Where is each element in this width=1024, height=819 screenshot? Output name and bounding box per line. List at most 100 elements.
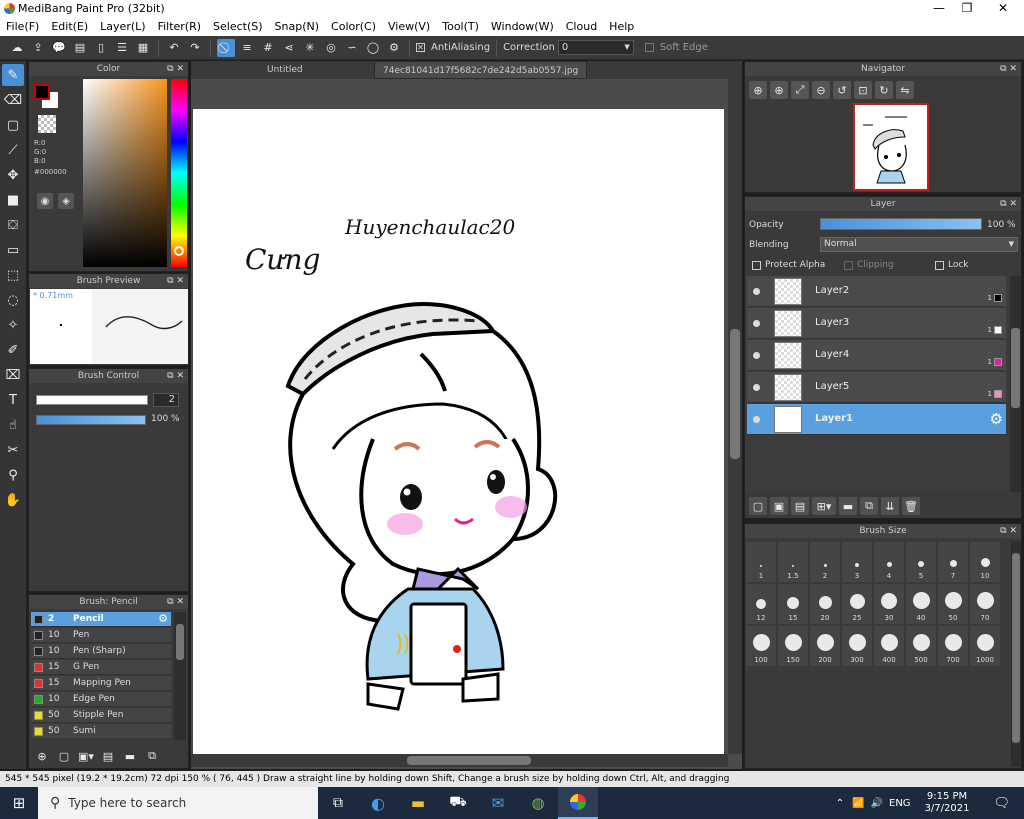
cloud-icon[interactable]: ☁ — [8, 39, 26, 57]
reset-view-icon[interactable]: ⊡ — [854, 81, 872, 99]
undo-icon[interactable]: ↶ — [165, 39, 183, 57]
windows-start-icon[interactable]: ⊞ — [0, 787, 38, 819]
gradient-tool-icon[interactable]: ▭ — [2, 239, 24, 261]
grid-icon[interactable]: ▦ — [134, 39, 152, 57]
new-brush-icon[interactable]: ▢ — [55, 747, 73, 765]
menu-layer[interactable]: Layer(L) — [94, 17, 151, 36]
app-green-icon[interactable]: ◍ — [518, 787, 558, 819]
snap-grid-icon[interactable]: # — [259, 39, 277, 57]
menu-cloud[interactable]: Cloud — [560, 17, 603, 36]
text-tool-icon[interactable]: T — [2, 389, 24, 411]
edge-browser-icon[interactable]: ◐ — [358, 787, 398, 819]
mail-icon[interactable]: ✉ — [478, 787, 518, 819]
add-layer-menu-icon[interactable]: ⊞▾ — [812, 497, 836, 515]
palette-icon[interactable]: ◉ — [37, 193, 53, 209]
brush-size-cell[interactable]: 100 — [746, 626, 776, 666]
close-panel-icon[interactable]: ⧉ ✕ — [1000, 62, 1017, 76]
snap-circle-icon[interactable]: ◎ — [322, 39, 340, 57]
brush-size-cell[interactable]: 5 — [906, 542, 936, 582]
brush-size-cell[interactable]: 10 — [970, 542, 1000, 582]
scrollbar-thumb[interactable] — [407, 756, 531, 765]
file-explorer-icon[interactable]: ▬ — [398, 787, 438, 819]
move-tool-icon[interactable]: ✥ — [2, 164, 24, 186]
tab-active-image[interactable]: 74ec81041d17f5682c7de242d5ab0557.jpg — [374, 61, 588, 79]
hue-slider[interactable] — [171, 79, 187, 267]
visibility-eye-icon[interactable] — [753, 416, 760, 423]
rotate-right-icon[interactable]: ↻ — [875, 81, 893, 99]
brush-item[interactable]: 50 Stipple Pen — [31, 708, 171, 723]
brush-item[interactable]: 50 Sumi — [31, 724, 171, 739]
lasso-tool-icon[interactable]: ◌ — [2, 289, 24, 311]
clipping-checkbox[interactable] — [844, 261, 853, 270]
network-icon[interactable]: 📶 — [852, 798, 864, 809]
eraser-tool-icon[interactable]: ⌫ — [2, 89, 24, 111]
brush-tool-icon[interactable]: ✎ — [2, 64, 24, 86]
hand-tool-icon[interactable]: ✋ — [2, 489, 24, 511]
layer-row[interactable]: Layer3 1 — [747, 308, 1006, 339]
snap-curve-icon[interactable]: ∽ — [343, 39, 361, 57]
medibang-taskbar-icon[interactable] — [558, 787, 598, 819]
volume-icon[interactable]: 🔊 — [871, 798, 883, 809]
palette-add-icon[interactable]: ◈ — [58, 193, 74, 209]
scrollbar-thumb[interactable] — [730, 329, 740, 459]
maximize-button[interactable]: ❐ — [950, 0, 984, 17]
close-window-button[interactable]: ✕ — [986, 0, 1020, 17]
close-panel-icon[interactable]: ⧉ ✕ — [1000, 524, 1017, 538]
lock-checkbox[interactable] — [935, 261, 944, 270]
brush-item[interactable]: 10 Pen (Sharp) — [31, 644, 171, 659]
operation-tool-icon[interactable]: ☝ — [2, 414, 24, 436]
protect-alpha-checkbox[interactable] — [752, 261, 761, 270]
brush-size-cell[interactable]: 3 — [842, 542, 872, 582]
menu-filter[interactable]: Filter(R) — [152, 17, 207, 36]
divide-tool-icon[interactable]: ✂ — [2, 439, 24, 461]
snap-perspective-icon[interactable]: ⋖ — [280, 39, 298, 57]
visibility-eye-icon[interactable] — [753, 288, 760, 295]
menu-help[interactable]: Help — [603, 17, 640, 36]
saturation-value-picker[interactable] — [83, 79, 167, 267]
antialiasing-checkbox[interactable]: ✕ — [416, 43, 425, 52]
visibility-eye-icon[interactable] — [753, 320, 760, 327]
brush-size-slider[interactable] — [36, 395, 148, 405]
menu-snap[interactable]: Snap(N) — [269, 17, 326, 36]
close-panel-icon[interactable]: ⧉ ✕ — [1000, 197, 1017, 211]
bucket-tool-icon[interactable]: ⛋ — [2, 214, 24, 236]
brush-size-cell[interactable]: 500 — [906, 626, 936, 666]
select-eraser-tool-icon[interactable]: ⌧ — [2, 364, 24, 386]
vertical-scrollbar[interactable] — [728, 79, 742, 754]
select-rect-tool-icon[interactable]: ⬚ — [2, 264, 24, 286]
brush-size-cell[interactable]: 20 — [810, 584, 840, 624]
horizontal-scrollbar[interactable] — [191, 754, 728, 767]
snap-parallel-icon[interactable]: ≡ — [238, 39, 256, 57]
brush-item[interactable]: 10 Pen — [31, 628, 171, 643]
scrollbar-thumb[interactable] — [1011, 328, 1020, 408]
eyedropper-tool-icon[interactable]: ⚲ — [2, 464, 24, 486]
brush-size-cell[interactable]: 7 — [938, 542, 968, 582]
magic-wand-tool-icon[interactable]: ✧ — [2, 314, 24, 336]
rotate-left-icon[interactable]: ↺ — [833, 81, 851, 99]
store-icon[interactable]: ⛟ — [438, 787, 478, 819]
brush-size-cell[interactable]: 1000 — [970, 626, 1000, 666]
brush-opacity-slider[interactable] — [36, 415, 146, 425]
folder-icon[interactable]: ▬ — [839, 497, 857, 515]
blending-select[interactable]: Normal ▼ — [820, 237, 1018, 252]
visibility-eye-icon[interactable] — [753, 384, 760, 391]
layer-row-selected[interactable]: Layer1 ⚙ — [747, 404, 1006, 435]
snap-radial-icon[interactable]: ✳ — [301, 39, 319, 57]
visibility-eye-icon[interactable] — [753, 352, 760, 359]
brush-item[interactable]: 10 Edge Pen — [31, 692, 171, 707]
new-layer-icon[interactable]: ▢ — [749, 497, 767, 515]
brush-size-cell[interactable]: 15 — [778, 584, 808, 624]
zoom-in-2-icon[interactable]: ⊕ — [770, 81, 788, 99]
task-view-icon[interactable]: ⧉ — [318, 787, 358, 819]
brush-size-cell[interactable]: 25 — [842, 584, 872, 624]
foreground-color-swatch[interactable] — [34, 84, 50, 100]
zoom-out-icon[interactable]: ⊖ — [812, 81, 830, 99]
fill-rect-tool-icon[interactable]: ■ — [2, 189, 24, 211]
brush-size-cell[interactable]: 2 — [810, 542, 840, 582]
layer-opacity-slider[interactable] — [820, 218, 982, 230]
search-box[interactable]: ⚲ Type here to search — [38, 787, 318, 819]
brush-settings-icon[interactable]: ▤ — [99, 747, 117, 765]
brush-size-cell[interactable]: 1.5 — [778, 542, 808, 582]
brush-size-cell[interactable]: 70 — [970, 584, 1000, 624]
fit-icon[interactable]: ⤢ — [791, 81, 809, 99]
